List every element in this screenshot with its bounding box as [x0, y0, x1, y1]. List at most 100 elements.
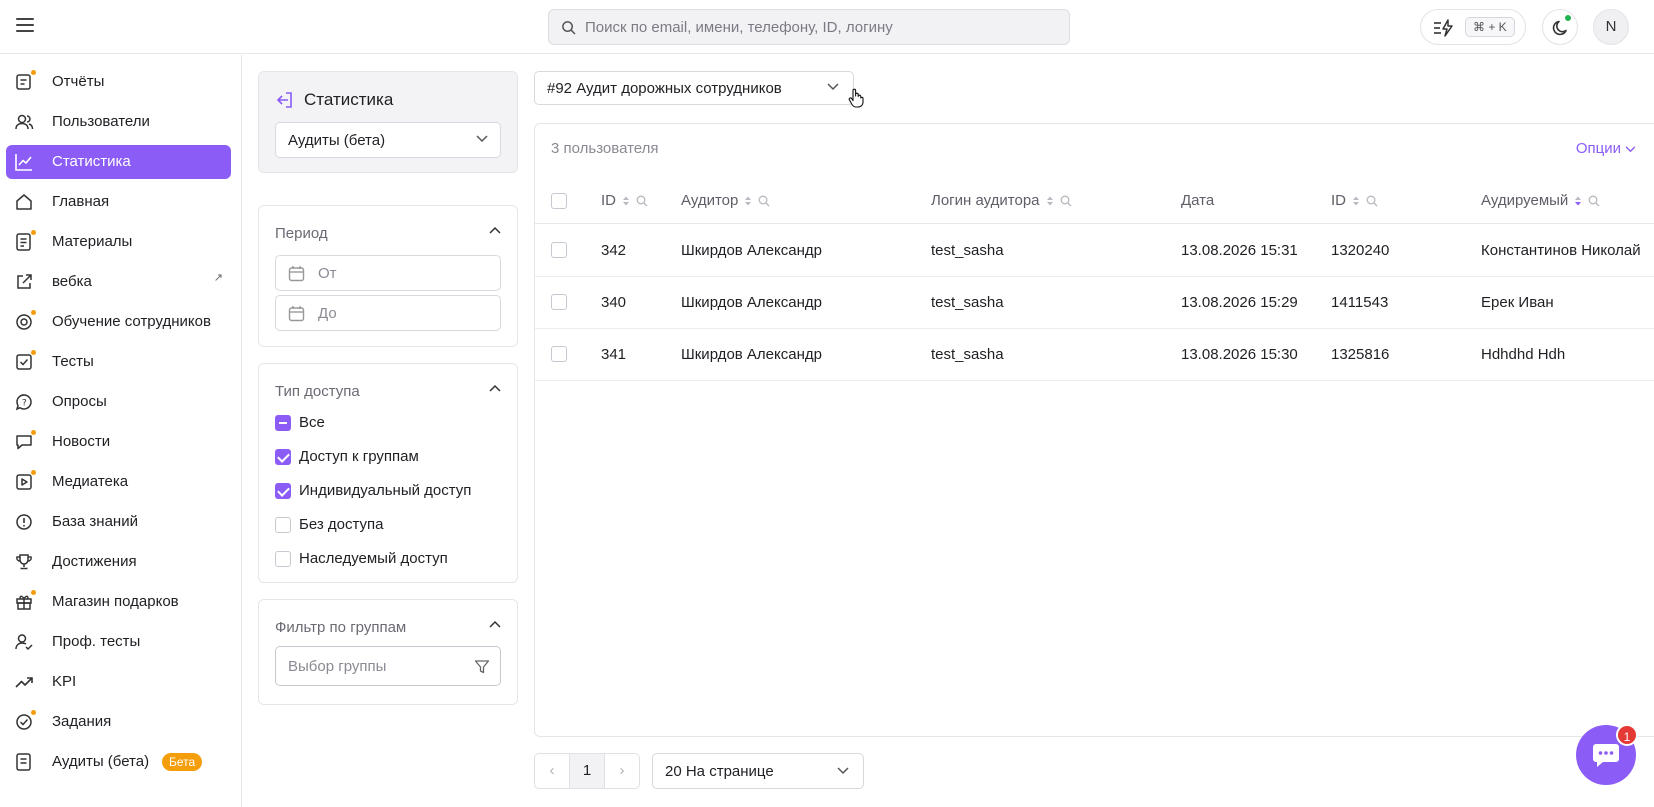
sidebar-item-label: Проф. тесты [52, 633, 141, 650]
chevron-up-icon[interactable] [489, 620, 501, 628]
sidebar-item-statistics[interactable]: Статистика [6, 145, 231, 179]
sidebar-item-home[interactable]: Главная [6, 185, 231, 219]
date-from-input[interactable]: От [275, 255, 501, 291]
cell-date: 13.08.2026 15:30 [1181, 346, 1298, 363]
column-header-auditor[interactable]: Аудитор [681, 192, 770, 209]
column-label: Аудитор [681, 192, 739, 209]
audit-select[interactable]: #92 Аудит дорожных сотрудников [534, 71, 854, 105]
sidebar-item-gift-shop[interactable]: Магазин подарков [6, 585, 231, 619]
back-arrow-icon[interactable] [275, 90, 295, 110]
sidebar-item-training[interactable]: Обучение сотрудников [6, 305, 231, 339]
column-label: Логин аудитора [931, 192, 1040, 209]
report-type-select[interactable]: Аудиты (бета) [275, 122, 501, 158]
checkbox[interactable] [275, 415, 291, 431]
table-row[interactable]: 340 Шкирдов Александр test_sasha 13.08.2… [535, 277, 1654, 329]
cell-auditor-login: test_sasha [931, 294, 1004, 311]
sort-icon[interactable] [1352, 195, 1360, 207]
home-icon [14, 192, 34, 212]
sort-icon[interactable] [744, 195, 752, 207]
column-header-auditor-login[interactable]: Логин аудитора [931, 192, 1072, 209]
sidebar-item-label: KPI [52, 673, 77, 690]
sidebar-item-label: вебка [52, 273, 92, 290]
result-count: 3 пользователя [551, 140, 659, 157]
per-page-select[interactable]: 20 На странице [652, 753, 864, 789]
svg-text:?: ? [22, 399, 27, 409]
group-select[interactable] [275, 646, 501, 686]
checkbox[interactable] [275, 483, 291, 499]
sidebar-item-audits[interactable]: Аудиты (бета) Бета [6, 745, 231, 779]
column-header-id[interactable]: ID [601, 192, 648, 209]
prev-page-button[interactable]: ‹ [534, 753, 570, 789]
chat-button[interactable]: 1 [1576, 724, 1638, 785]
trend-icon [14, 672, 34, 692]
row-checkbox[interactable] [551, 294, 567, 310]
cell-audited-id: 1325816 [1331, 346, 1390, 363]
row-checkbox[interactable] [551, 346, 567, 362]
next-page-button[interactable]: › [604, 753, 640, 789]
column-label: ID [601, 192, 616, 209]
checkbox-label: Наследуемый доступ [299, 550, 448, 567]
checkbox-label: Доступ к группам [299, 448, 419, 465]
sidebar-item-label: Опросы [52, 393, 107, 410]
chevron-up-icon[interactable] [489, 384, 501, 392]
column-header-audited[interactable]: Аудируемый [1481, 192, 1600, 209]
global-search[interactable] [548, 9, 1070, 45]
shortcut-hint: ⌘ + K [1465, 17, 1515, 37]
access-type-filter: Тип доступа Все Доступ к группам Индивид… [258, 363, 518, 583]
sort-active-icon[interactable] [1574, 195, 1582, 207]
audit-select-value: #92 Аудит дорожных сотрудников [547, 80, 782, 97]
column-search-icon[interactable] [636, 195, 648, 207]
group-select-input[interactable] [288, 647, 468, 685]
quick-actions-button[interactable]: ⌘ + K [1420, 9, 1526, 45]
select-all-checkbox[interactable] [551, 193, 567, 209]
avatar[interactable]: N [1593, 9, 1629, 45]
search-input[interactable] [585, 10, 1055, 44]
sidebar-item-surveys[interactable]: ? Опросы [6, 385, 231, 419]
sidebar-item-achievements[interactable]: Достижения [6, 545, 231, 579]
page-button[interactable]: 1 [569, 753, 605, 789]
sidebar-item-reports[interactable]: Отчёты [6, 65, 231, 99]
online-indicator [1564, 14, 1572, 22]
chevron-up-icon[interactable] [489, 226, 501, 234]
date-to-input[interactable]: До [275, 295, 501, 331]
sidebar-item-materials[interactable]: Материалы [6, 225, 231, 259]
sidebar-item-knowledge-base[interactable]: База знаний [6, 505, 231, 539]
sidebar-item-label: Главная [52, 193, 110, 210]
cell-auditor-login: test_sasha [931, 346, 1004, 363]
checkbox[interactable] [275, 449, 291, 465]
sidebar-item-media[interactable]: Медиатека [6, 465, 231, 499]
menu-icon[interactable] [16, 18, 34, 32]
checkbox[interactable] [275, 551, 291, 567]
sidebar-item-label: Аудиты (бета) [52, 753, 150, 770]
beta-badge: Бета [162, 753, 203, 771]
row-checkbox[interactable] [551, 242, 567, 258]
sort-icon[interactable] [1046, 195, 1054, 207]
sidebar-item-news[interactable]: Новости [6, 425, 231, 459]
options-button[interactable]: Опции [1576, 140, 1636, 157]
sidebar-item-prof-tests[interactable]: Проф. тесты [6, 625, 231, 659]
chart-line-icon [14, 152, 34, 172]
sort-icon[interactable] [622, 195, 630, 207]
cell-audited-id: 1320240 [1331, 242, 1390, 259]
sidebar-item-tests[interactable]: Тесты [6, 345, 231, 379]
column-search-icon[interactable] [758, 195, 770, 207]
sidebar-item-tasks[interactable]: Задания [6, 705, 231, 739]
sidebar-item-kpi[interactable]: KPI [6, 665, 231, 699]
theme-toggle[interactable] [1542, 9, 1578, 45]
column-label: ID [1331, 192, 1346, 209]
cell-date: 13.08.2026 15:31 [1181, 242, 1298, 259]
column-search-icon[interactable] [1588, 195, 1600, 207]
checkbox-label: Без доступа [299, 516, 384, 533]
column-header-audited-id[interactable]: ID [1331, 192, 1378, 209]
sidebar-item-webka[interactable]: вебка ↗ [6, 265, 231, 299]
table-row[interactable]: 341 Шкирдов Александр test_sasha 13.08.2… [535, 329, 1654, 381]
cell-auditor: Шкирдов Александр [681, 294, 822, 311]
column-search-icon[interactable] [1060, 195, 1072, 207]
hand-cursor-icon [848, 88, 864, 108]
column-search-icon[interactable] [1366, 195, 1378, 207]
table-row[interactable]: 342 Шкирдов Александр test_sasha 13.08.2… [535, 225, 1654, 277]
cell-id: 342 [601, 242, 627, 259]
sidebar-item-users[interactable]: Пользователи [6, 105, 231, 139]
checkbox[interactable] [275, 517, 291, 533]
column-header-date[interactable]: Дата [1181, 192, 1214, 209]
